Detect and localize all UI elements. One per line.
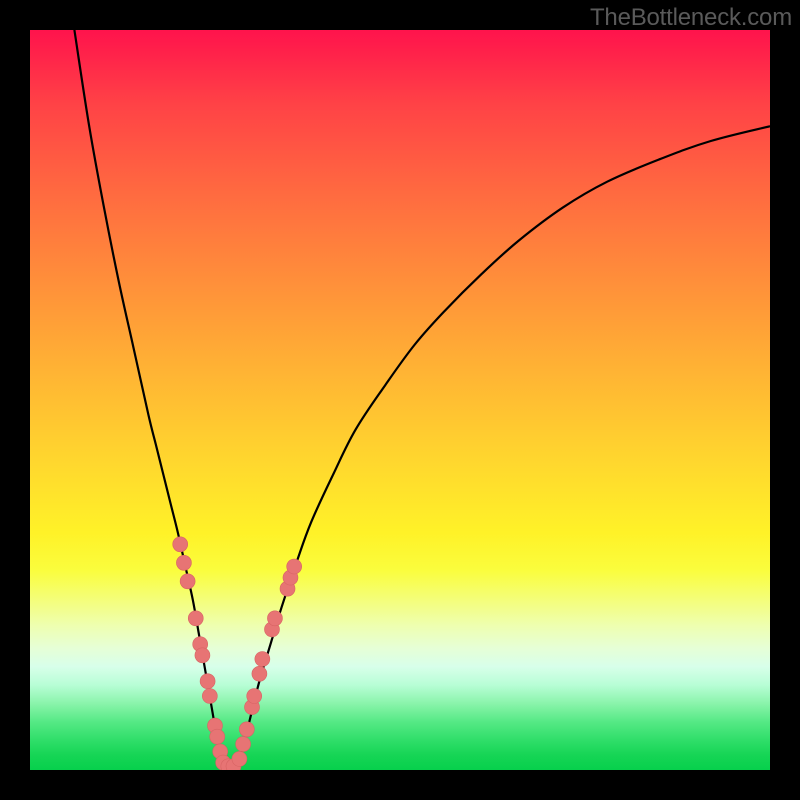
data-marker <box>252 666 267 681</box>
data-marker <box>200 674 215 689</box>
data-marker <box>267 611 282 626</box>
curve-right-branch <box>237 126 770 765</box>
data-marker <box>173 537 188 552</box>
data-marker <box>202 689 217 704</box>
data-marker <box>180 574 195 589</box>
data-marker <box>247 689 262 704</box>
data-marker <box>176 555 191 570</box>
data-marker <box>239 722 254 737</box>
data-marker <box>188 611 203 626</box>
data-marker <box>236 737 251 752</box>
watermark-text: TheBottleneck.com <box>590 4 792 32</box>
data-marker <box>210 729 225 744</box>
data-markers <box>173 537 302 770</box>
chart-svg <box>30 30 770 770</box>
chart-frame: TheBottleneck.com <box>0 0 800 800</box>
data-marker <box>232 751 247 766</box>
data-marker <box>287 559 302 574</box>
data-marker <box>255 652 270 667</box>
plot-area <box>30 30 770 770</box>
data-marker <box>195 648 210 663</box>
